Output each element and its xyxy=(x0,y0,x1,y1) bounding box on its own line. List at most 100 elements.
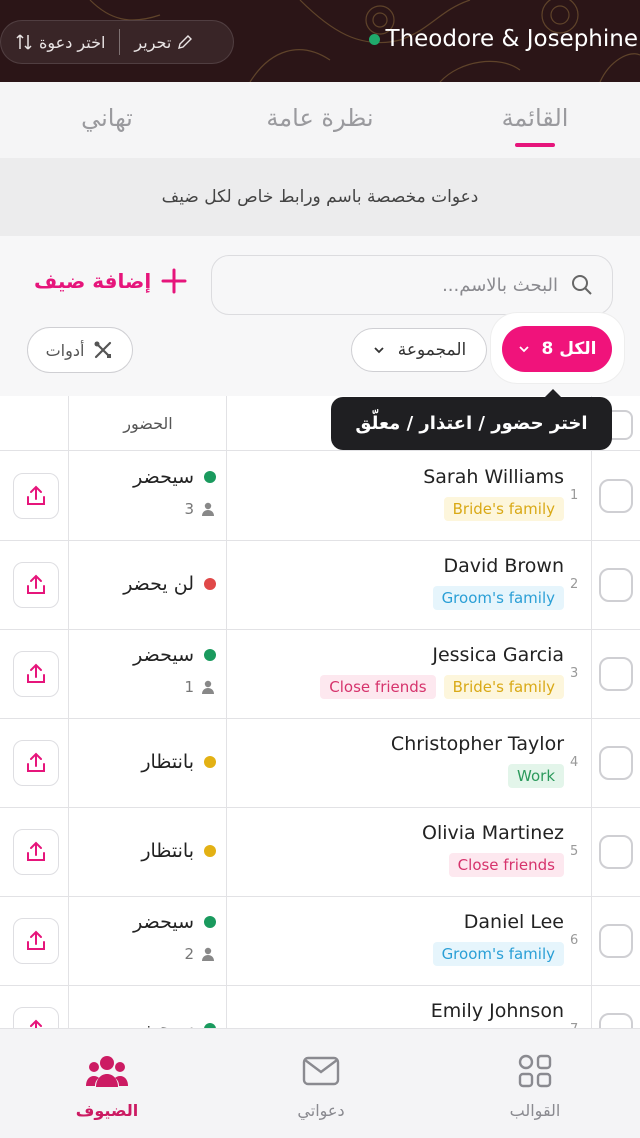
status-dot xyxy=(204,578,216,590)
share-button[interactable] xyxy=(13,829,59,875)
choose-invitation-label: اختر دعوة xyxy=(39,32,106,52)
attendance-status[interactable]: سيحضر xyxy=(133,466,216,488)
status-text: بانتظار xyxy=(141,751,194,773)
search-input[interactable] xyxy=(234,274,558,296)
app-header: اختر دعوة تحرير Theodore & Josephine xyxy=(0,0,640,82)
row-checkbox[interactable] xyxy=(599,924,633,958)
share-button[interactable] xyxy=(13,473,59,519)
tab-bar: القائمة نظرة عامة تهاني xyxy=(0,82,640,158)
group-filter-label: المجموعة xyxy=(397,340,467,360)
share-icon xyxy=(27,752,45,772)
group-tag: Work xyxy=(508,764,564,788)
edit-label: تحرير xyxy=(134,32,172,52)
guest-name[interactable]: Christopher Taylor xyxy=(391,733,564,755)
status-text: لن يحضر xyxy=(123,573,194,595)
guest-row[interactable]: بانتظار Olivia Martinez Close friends 5 xyxy=(0,808,640,897)
row-checkbox[interactable] xyxy=(599,657,633,691)
couple-name: Theodore & Josephine xyxy=(368,26,638,52)
share-icon xyxy=(27,663,45,683)
nav-guests-label: الضيوف xyxy=(75,1101,139,1120)
tab-list[interactable]: القائمة xyxy=(445,104,625,132)
guest-row[interactable]: بانتظار Christopher Taylor Work 4 xyxy=(0,719,640,808)
online-indicator xyxy=(368,33,380,45)
guest-row[interactable]: لن يحضر David Brown Groom's family 2 xyxy=(0,541,640,630)
share-button[interactable] xyxy=(13,740,59,786)
active-tab-indicator xyxy=(515,143,555,147)
pencil-icon xyxy=(178,35,193,49)
guest-name[interactable]: Sarah Williams xyxy=(423,466,564,488)
search-box[interactable] xyxy=(211,255,613,315)
attendance-status[interactable]: سيحضر xyxy=(133,911,216,933)
guest-table: الحضور سيحضر 3 Sarah Williams Bride's famil… xyxy=(0,396,640,1028)
guest-tags: Groom's family xyxy=(432,942,564,966)
attendance-status[interactable]: سيحضر xyxy=(133,1018,216,1028)
couple-name-text: Theodore & Josephine xyxy=(385,26,638,52)
tools-button[interactable]: أدوات xyxy=(27,327,133,373)
status-dot xyxy=(204,649,216,661)
count-text: 2 xyxy=(184,945,194,963)
group-tag: Groom's family xyxy=(432,586,564,610)
guest-name[interactable]: Olivia Martinez xyxy=(422,822,564,844)
count-text: 3 xyxy=(184,500,194,518)
guest-row[interactable]: سيحضرEmily Johnson7 xyxy=(0,986,640,1028)
share-icon xyxy=(27,841,45,861)
column-divider xyxy=(68,396,69,1028)
row-checkbox[interactable] xyxy=(599,1013,633,1028)
group-filter-dropdown[interactable]: المجموعة xyxy=(351,328,487,372)
guest-name[interactable]: Emily Johnson xyxy=(431,1000,564,1022)
users-icon xyxy=(86,1056,128,1087)
attendance-status[interactable]: سيحضر xyxy=(133,644,216,666)
row-index: 4 xyxy=(570,755,579,770)
guest-tags: Groom's family xyxy=(432,586,564,610)
add-guest-button[interactable]: إضافة ضيف xyxy=(34,268,187,294)
nav-templates[interactable]: القوالب xyxy=(475,1051,595,1120)
attendance-status[interactable]: بانتظار xyxy=(141,840,216,862)
edit-button[interactable]: تحرير xyxy=(134,33,193,52)
tab-congrats[interactable]: تهاني xyxy=(17,104,197,132)
status-filter-tooltip: اختر حضور / اعتذار / معلّق xyxy=(331,389,612,450)
guest-name[interactable]: Jessica Garcia xyxy=(432,644,564,666)
guest-name[interactable]: David Brown xyxy=(443,555,564,577)
share-icon xyxy=(27,485,45,505)
status-text: سيحضر xyxy=(133,911,194,933)
row-checkbox[interactable] xyxy=(599,835,633,869)
share-button[interactable] xyxy=(13,918,59,964)
guest-tags: Close friends xyxy=(448,853,564,877)
nav-guests[interactable]: الضيوف xyxy=(47,1051,167,1120)
grid-icon xyxy=(518,1054,552,1088)
info-banner: دعوات مخصصة باسم ورابط خاص لكل ضيف xyxy=(0,158,640,236)
share-button[interactable] xyxy=(13,651,59,697)
guest-tags: Work xyxy=(508,764,564,788)
bottom-nav: الضيوف دعواتي القوالب xyxy=(0,1028,640,1138)
status-filter-dropdown[interactable]: الكل 8 xyxy=(502,326,612,372)
attendance-status[interactable]: بانتظار xyxy=(141,751,216,773)
guest-name[interactable]: Daniel Lee xyxy=(464,911,564,933)
share-icon xyxy=(27,930,45,950)
tools-label: أدوات xyxy=(45,340,85,360)
row-checkbox[interactable] xyxy=(599,479,633,513)
guest-row[interactable]: سيحضر 1 Jessica Garcia Bride's family Close … xyxy=(0,630,640,719)
guest-row[interactable]: سيحضر 2 Daniel Lee Groom's family 6 xyxy=(0,897,640,986)
status-text: سيحضر xyxy=(133,644,194,666)
group-tag: Close friends xyxy=(448,853,564,877)
envelope-icon xyxy=(302,1056,340,1086)
row-checkbox[interactable] xyxy=(599,746,633,780)
status-text: سيحضر xyxy=(133,1018,194,1028)
status-text: بانتظار xyxy=(141,840,194,862)
choose-invitation-button[interactable]: اختر دعوة xyxy=(15,33,105,52)
status-filter-label: الكل 8 xyxy=(541,339,597,359)
nav-templates-label: القوالب xyxy=(509,1101,561,1120)
attendance-header: الحضور xyxy=(123,414,173,433)
attendance-status[interactable]: لن يحضر xyxy=(123,573,216,595)
share-button[interactable] xyxy=(13,562,59,608)
person-icon xyxy=(202,680,214,694)
guest-row[interactable]: سيحضر 3 Sarah Williams Bride's family 1 xyxy=(0,452,640,541)
share-button[interactable] xyxy=(13,1007,59,1028)
person-icon xyxy=(202,502,214,516)
status-dot xyxy=(204,471,216,483)
nav-invitations[interactable]: دعواتي xyxy=(261,1051,381,1120)
tab-overview[interactable]: نظرة عامة xyxy=(230,104,410,132)
row-checkbox[interactable] xyxy=(599,568,633,602)
row-index: 5 xyxy=(570,844,579,859)
chevron-down-icon xyxy=(519,346,530,353)
